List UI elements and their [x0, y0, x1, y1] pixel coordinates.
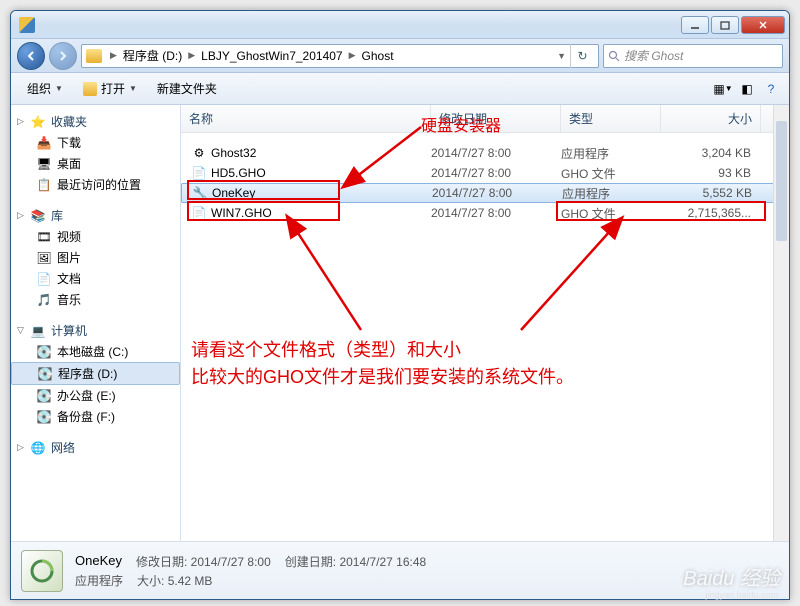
- star-icon: ⭐: [29, 114, 47, 130]
- organize-menu[interactable]: 组织▼: [17, 76, 73, 101]
- library-icon: 📚: [29, 208, 47, 224]
- file-icon: 📄: [191, 165, 207, 181]
- sidebar-downloads[interactable]: 📥下载: [11, 132, 180, 153]
- sidebar-desktop[interactable]: 🖥桌面: [11, 153, 180, 174]
- details-name: OneKey: [75, 553, 122, 570]
- forward-button[interactable]: [49, 42, 77, 70]
- maximize-button[interactable]: [711, 16, 739, 34]
- open-button[interactable]: 打开▼: [73, 76, 147, 101]
- breadcrumb-part[interactable]: Ghost: [360, 49, 396, 63]
- desktop-icon: 🖥: [35, 156, 53, 172]
- sidebar-recent[interactable]: 📋最近访问的位置: [11, 174, 180, 195]
- document-icon: 📄: [35, 271, 53, 287]
- folder-icon: [86, 49, 102, 63]
- breadcrumb[interactable]: ▶ 程序盘 (D:) ▶ LBJY_GhostWin7_201407 ▶ Gho…: [81, 44, 599, 68]
- sidebar-music[interactable]: 🎵音乐: [11, 289, 180, 310]
- computer-icon: 💻: [29, 323, 47, 339]
- music-icon: 🎵: [35, 292, 53, 308]
- open-icon: [83, 82, 97, 96]
- body: ▷⭐收藏夹 📥下载 🖥桌面 📋最近访问的位置 ▷📚库 🎞视频 🖼图片 📄文档 🎵…: [11, 105, 789, 541]
- file-row[interactable]: ⚙Ghost32 2014/7/27 8:00 应用程序 3,204 KB: [181, 143, 789, 163]
- network-icon: 🌐: [29, 440, 47, 456]
- scrollbar-thumb[interactable]: [776, 121, 787, 241]
- close-button[interactable]: [741, 16, 785, 34]
- drive-icon: 💽: [36, 366, 54, 382]
- details-pane: OneKey 修改日期: 2014/7/27 8:00 创建日期: 2014/7…: [11, 541, 789, 599]
- search-input[interactable]: 搜索 Ghost: [603, 44, 783, 68]
- breadcrumb-dropdown[interactable]: ▼: [553, 51, 570, 61]
- refresh-button[interactable]: ↻: [570, 44, 594, 68]
- col-date[interactable]: 修改日期: [431, 105, 561, 132]
- exe-icon: ⚙: [191, 145, 207, 161]
- file-icon: 📄: [191, 205, 207, 221]
- files: ⚙Ghost32 2014/7/27 8:00 应用程序 3,204 KB 📄H…: [181, 133, 789, 223]
- annotation-main: 请看这个文件格式（类型）和大小 比较大的GHO文件才是我们要安装的系统文件。: [191, 337, 574, 391]
- download-icon: 📥: [35, 135, 53, 151]
- sidebar-drive-c[interactable]: 💽本地磁盘 (C:): [11, 341, 180, 362]
- sidebar-drive-d[interactable]: 💽程序盘 (D:): [11, 362, 180, 385]
- sidebar-libraries[interactable]: ▷📚库: [11, 205, 180, 226]
- titlebar: [11, 11, 789, 39]
- col-name[interactable]: 名称: [181, 105, 431, 132]
- file-row[interactable]: 📄HD5.GHO 2014/7/27 8:00 GHO 文件 93 KB: [181, 163, 789, 183]
- file-large-icon: [21, 550, 63, 592]
- video-icon: 🎞: [35, 229, 53, 245]
- breadcrumb-sep: ▶: [106, 50, 121, 61]
- column-headers: 名称 修改日期 类型 大小: [181, 105, 789, 133]
- col-size[interactable]: 大小: [661, 105, 761, 132]
- file-row-selected[interactable]: 🔧OneKey 2014/7/27 8:00 应用程序 5,552 KB: [181, 183, 789, 203]
- back-button[interactable]: [17, 42, 45, 70]
- search-placeholder: 搜索 Ghost: [624, 47, 683, 64]
- toolbar: 组织▼ 打开▼ 新建文件夹 ▦ ▼ ◧ ?: [11, 73, 789, 105]
- sidebar-videos[interactable]: 🎞视频: [11, 226, 180, 247]
- view-mode-button[interactable]: ▦ ▼: [711, 77, 735, 101]
- drive-icon: 💽: [35, 409, 53, 425]
- details-type: 应用程序: [75, 572, 123, 589]
- breadcrumb-sep: ▶: [184, 50, 199, 61]
- sidebar: ▷⭐收藏夹 📥下载 🖥桌面 📋最近访问的位置 ▷📚库 🎞视频 🖼图片 📄文档 🎵…: [11, 105, 181, 541]
- drive-icon: 💽: [35, 388, 53, 404]
- minimize-button[interactable]: [681, 16, 709, 34]
- sidebar-network[interactable]: ▷🌐网络: [11, 437, 180, 458]
- picture-icon: 🖼: [35, 250, 53, 266]
- breadcrumb-part[interactable]: LBJY_GhostWin7_201407: [199, 49, 344, 63]
- file-list: 名称 修改日期 类型 大小 硬盘安装器 ⚙Ghost32 2014/7/27 8…: [181, 105, 789, 541]
- window-icon: [19, 17, 35, 33]
- breadcrumb-part[interactable]: 程序盘 (D:): [121, 47, 184, 64]
- sidebar-pictures[interactable]: 🖼图片: [11, 247, 180, 268]
- col-type[interactable]: 类型: [561, 105, 661, 132]
- vertical-scrollbar[interactable]: [773, 105, 789, 541]
- drive-icon: 💽: [35, 344, 53, 360]
- address-bar: ▶ 程序盘 (D:) ▶ LBJY_GhostWin7_201407 ▶ Gho…: [11, 39, 789, 73]
- new-folder-button[interactable]: 新建文件夹: [147, 76, 227, 101]
- breadcrumb-sep: ▶: [345, 50, 360, 61]
- sidebar-computer[interactable]: ▽💻计算机: [11, 320, 180, 341]
- preview-pane-button[interactable]: ◧: [735, 77, 759, 101]
- sidebar-documents[interactable]: 📄文档: [11, 268, 180, 289]
- sidebar-drive-f[interactable]: 💽备份盘 (F:): [11, 406, 180, 427]
- file-row[interactable]: 📄WIN7.GHO 2014/7/27 8:00 GHO 文件 2,715,36…: [181, 203, 789, 223]
- sidebar-favorites[interactable]: ▷⭐收藏夹: [11, 111, 180, 132]
- sidebar-drive-e[interactable]: 💽办公盘 (E:): [11, 385, 180, 406]
- explorer-window: ▶ 程序盘 (D:) ▶ LBJY_GhostWin7_201407 ▶ Gho…: [10, 10, 790, 600]
- app-icon: 🔧: [192, 185, 208, 201]
- help-button[interactable]: ?: [759, 77, 783, 101]
- recent-icon: 📋: [35, 177, 53, 193]
- search-icon: [608, 50, 620, 62]
